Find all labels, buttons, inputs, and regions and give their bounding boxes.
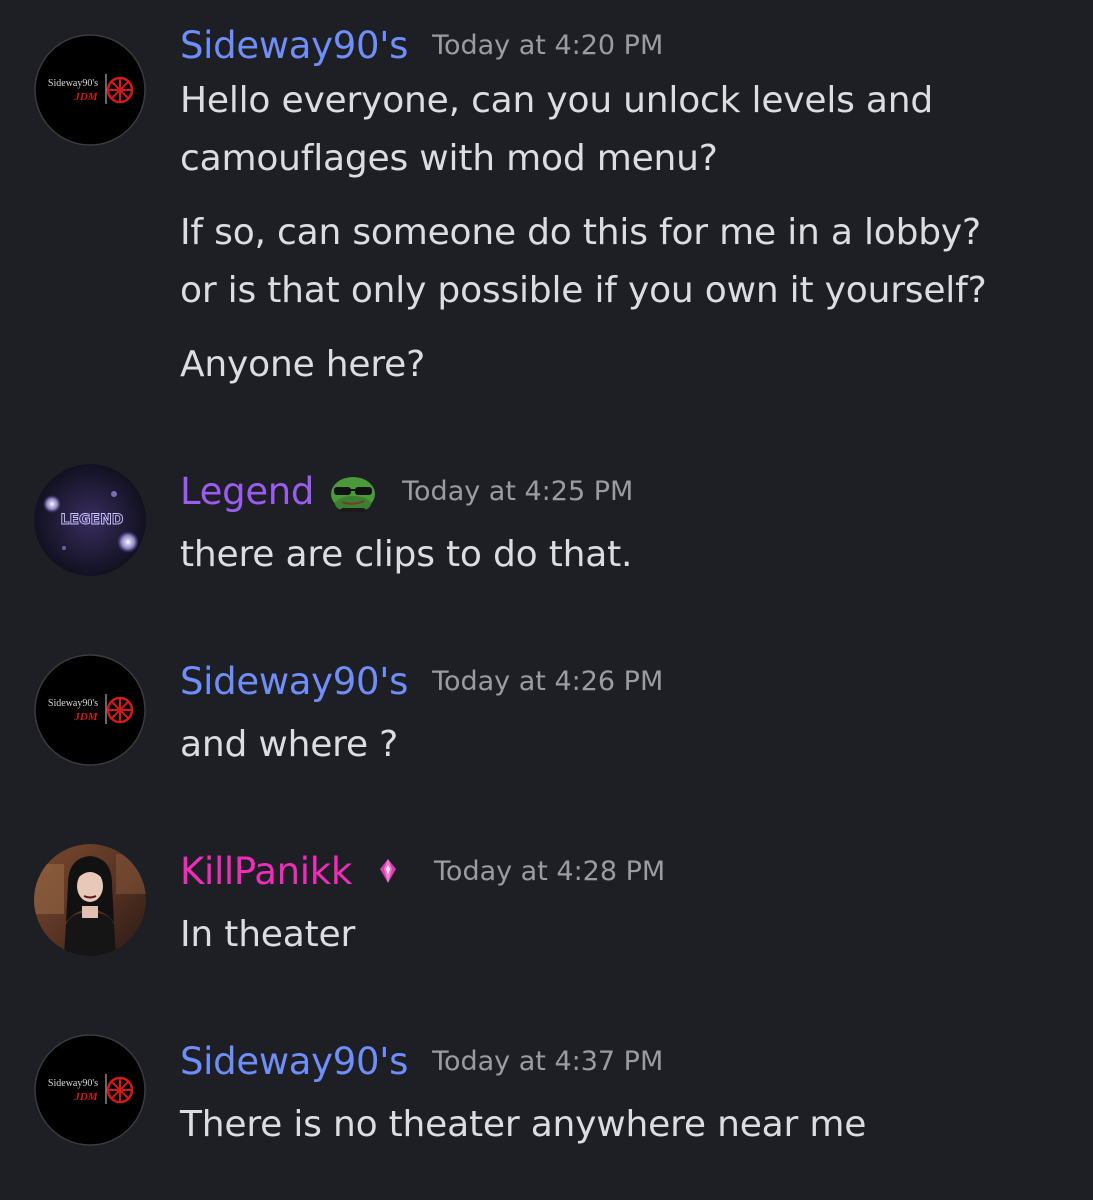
message-text: and where ? <box>180 724 399 765</box>
message-text: camouflages with mod menu? <box>180 138 718 179</box>
username[interactable]: KillPanikk <box>180 850 352 893</box>
avatar[interactable] <box>34 844 146 956</box>
avatar-text: Sideway90's <box>48 78 98 89</box>
message-header: Sideway90's Today at 4:20 PM <box>180 20 663 70</box>
message-text: There is no theater anywhere near me <box>180 1104 867 1145</box>
avatar-text: Sideway90's <box>48 698 98 709</box>
avatar-text: Sideway90's <box>48 1078 98 1089</box>
message-text: or is that only possible if you own it y… <box>180 270 987 311</box>
timestamp: Today at 4:26 PM <box>432 665 664 697</box>
avatar[interactable]: Sideway90's JDM <box>34 34 146 146</box>
message-header: Sideway90's Today at 4:26 PM <box>180 656 663 706</box>
message-header: Sideway90's Today at 4:37 PM <box>180 1036 663 1086</box>
message-text: Hello everyone, can you unlock levels an… <box>180 80 934 121</box>
message-text: there are clips to do that. <box>180 534 633 575</box>
wheel-icon <box>106 696 134 724</box>
avatar-text: JDM <box>73 91 98 103</box>
avatar[interactable]: Sideway90's JDM <box>34 1034 146 1146</box>
avatar[interactable]: Sideway90's JDM <box>34 654 146 766</box>
username[interactable]: Legend <box>180 470 314 513</box>
message-header: Legend Today at 4:25 PM <box>180 466 633 516</box>
message-text: In theater <box>180 914 356 955</box>
message-header: KillPanikk Today at 4:28 PM <box>180 846 665 896</box>
timestamp: Today at 4:20 PM <box>432 29 664 61</box>
wheel-icon <box>106 76 134 104</box>
username[interactable]: Sideway90's <box>180 24 408 67</box>
username[interactable]: Sideway90's <box>180 1040 408 1083</box>
wheel-icon <box>106 1076 134 1104</box>
avatar[interactable]: LEGEND <box>34 464 146 576</box>
timestamp: Today at 4:28 PM <box>434 855 666 887</box>
timestamp: Today at 4:37 PM <box>432 1045 664 1077</box>
chat-message-list: Sideway90's JDM Sideway90's Today at 4:2… <box>0 0 1093 1200</box>
avatar-text: JDM <box>73 711 98 723</box>
pepe-sunglasses-icon <box>328 468 378 514</box>
nitro-gem-icon <box>374 857 402 885</box>
username[interactable]: Sideway90's <box>180 660 408 703</box>
avatar-text: JDM <box>73 1091 98 1103</box>
timestamp: Today at 4:25 PM <box>402 475 634 507</box>
avatar-text: LEGEND <box>61 512 124 528</box>
message-text: If so, can someone do this for me in a l… <box>180 212 981 253</box>
message-text: Anyone here? <box>180 344 426 385</box>
